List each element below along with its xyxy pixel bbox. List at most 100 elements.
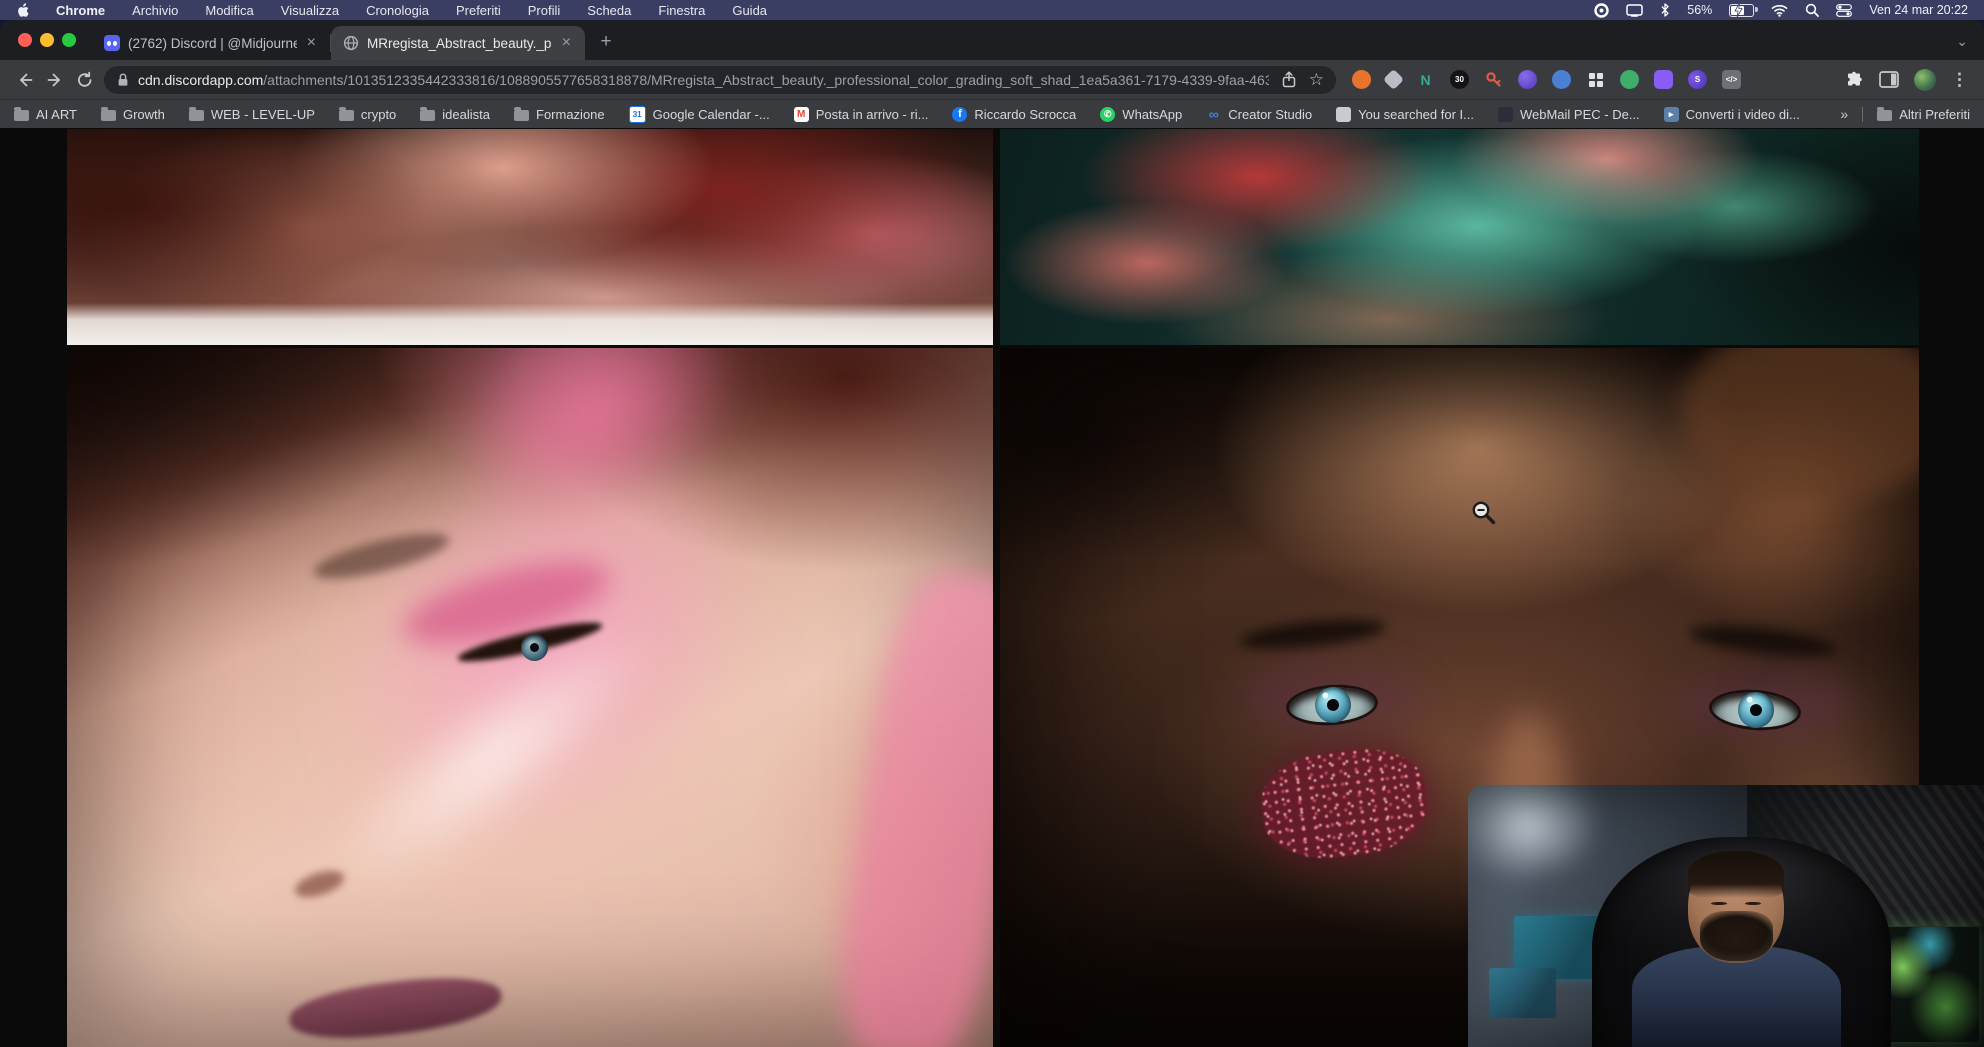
spotlight-search-icon[interactable] [1805, 3, 1819, 17]
lips [287, 969, 505, 1047]
ext-notion-icon[interactable]: N [1416, 70, 1435, 89]
menubar-item-preferiti[interactable]: Preferiti [456, 3, 501, 18]
bookmark-you-searched[interactable]: You searched for I... [1336, 107, 1474, 122]
fullscreen-window-button[interactable] [62, 33, 76, 47]
tab-search-chevron-icon[interactable]: ⌄ [1956, 33, 1968, 50]
menubar-item-guida[interactable]: Guida [732, 3, 767, 18]
folder-icon [420, 110, 435, 121]
bookmark-star-icon[interactable]: ☆ [1309, 71, 1324, 88]
apple-menu-icon[interactable] [16, 3, 29, 18]
tab-title: MRregista_Abstract_beauty._p [367, 36, 552, 51]
menubar-item-visualizza[interactable]: Visualizza [281, 3, 339, 18]
ext-blue-icon[interactable] [1552, 70, 1571, 89]
glitter-makeup-patch [1256, 741, 1433, 865]
close-window-button[interactable] [18, 33, 32, 47]
menubar-item-cronologia[interactable]: Cronologia [366, 3, 429, 18]
folder-icon [1877, 110, 1892, 121]
ext-green-icon[interactable] [1620, 70, 1639, 89]
bookmark-google-calendar[interactable]: 31Google Calendar -... [629, 106, 770, 123]
bookmark-folder-web-level-up[interactable]: WEB - LEVEL-UP [189, 107, 315, 122]
share-icon[interactable] [1281, 71, 1297, 88]
extensions-row: N 30 S </> [1352, 70, 1741, 89]
ext-diamond-icon[interactable] [1383, 69, 1404, 90]
side-panel-icon[interactable] [1879, 71, 1899, 88]
forward-button[interactable] [40, 65, 70, 95]
extensions-puzzle-icon[interactable] [1844, 70, 1864, 90]
right-eye [1711, 690, 1799, 730]
bookmark-folder-ai-art[interactable]: AI ART [14, 107, 77, 122]
tab-image-attachment[interactable]: MRregista_Abstract_beauty._p × [331, 26, 585, 60]
menubar-item-modifica[interactable]: Modifica [205, 3, 253, 18]
bluetooth-icon[interactable] [1660, 3, 1670, 17]
screen-record-icon[interactable] [1594, 3, 1609, 18]
close-tab-icon[interactable]: × [305, 35, 318, 51]
bookmark-whatsapp[interactable]: ✆WhatsApp [1100, 107, 1182, 122]
midjourney-grid-bottom-left-image[interactable] [67, 348, 993, 1047]
address-bar[interactable]: cdn.discordapp.com /attachments/10135123… [104, 66, 1336, 94]
right-eyebrow [1688, 619, 1837, 663]
folder-icon [339, 110, 354, 121]
wifi-icon[interactable] [1771, 4, 1788, 17]
ext-purple-ball-icon[interactable] [1518, 70, 1537, 89]
control-center-icon[interactable] [1836, 4, 1852, 17]
webmail-icon [1498, 107, 1513, 122]
menubar-app-name[interactable]: Chrome [56, 3, 105, 18]
image-white-area [67, 303, 993, 345]
back-button[interactable] [10, 65, 40, 95]
ext-orange-icon[interactable] [1352, 70, 1371, 89]
menubar-clock[interactable]: Ven 24 mar 20:22 [1869, 3, 1968, 17]
ext-key-icon[interactable] [1484, 70, 1503, 89]
bookmark-creator-studio[interactable]: ∞Creator Studio [1206, 107, 1312, 122]
menubar-item-profili[interactable]: Profili [528, 3, 561, 18]
folder-icon [101, 110, 116, 121]
ext-purple-s-icon[interactable]: S [1688, 70, 1707, 89]
ext-grid-icon[interactable] [1586, 70, 1605, 89]
bookmark-folder-formazione[interactable]: Formazione [514, 107, 605, 122]
bookmark-gmail-inbox[interactable]: MPosta in arrivo - ri... [794, 107, 929, 122]
video-converter-icon: ▸ [1664, 107, 1679, 122]
meta-icon: ∞ [1206, 107, 1221, 122]
tab-strip: (2762) Discord | @Midjourney × MRregista… [0, 20, 1984, 60]
facebook-icon: f [952, 107, 967, 122]
menubar-item-finestra[interactable]: Finestra [658, 3, 705, 18]
ext-code-icon[interactable]: </> [1722, 70, 1741, 89]
bookmarks-overflow-chevron[interactable]: » [1840, 106, 1848, 122]
gmail-icon: M [794, 107, 809, 122]
bookmark-webmail-pec[interactable]: WebMail PEC - De... [1498, 107, 1640, 122]
midjourney-grid-top-right-image[interactable] [1000, 129, 1919, 345]
bookmark-folder-idealista[interactable]: idealista [420, 107, 490, 122]
folder-icon [189, 110, 204, 121]
bookmarks-bar: AI ART Growth WEB - LEVEL-UP crypto idea… [0, 99, 1984, 128]
bookmark-folder-growth[interactable]: Growth [101, 107, 165, 122]
minimize-window-button[interactable] [40, 33, 54, 47]
url-host: cdn.discordapp.com [138, 72, 263, 88]
menu-bar: Chrome Archivio Modifica Visualizza Cron… [0, 0, 1984, 20]
menubar-item-scheda[interactable]: Scheda [587, 3, 631, 18]
bookmark-folder-crypto[interactable]: crypto [339, 107, 396, 122]
close-tab-icon[interactable]: × [560, 35, 573, 51]
reload-button[interactable] [70, 65, 100, 95]
ext-violet-icon[interactable] [1654, 70, 1673, 89]
ext-black-circle-icon[interactable]: 30 [1450, 70, 1469, 89]
display-icon[interactable] [1626, 4, 1643, 17]
menubar-item-archivio[interactable]: Archivio [132, 3, 178, 18]
tab-discord[interactable]: (2762) Discord | @Midjourney × [92, 26, 330, 60]
browser-menu-icon[interactable]: ⋮ [1951, 70, 1968, 90]
folder-icon [514, 110, 529, 121]
lock-icon[interactable] [116, 72, 130, 88]
midjourney-grid-top-left-image[interactable] [67, 129, 993, 345]
battery-charging-icon [1729, 4, 1754, 17]
zoom-out-cursor-icon [1471, 500, 1497, 531]
globe-favicon [343, 35, 359, 51]
battery-percent: 56% [1687, 3, 1712, 17]
tab-title: (2762) Discord | @Midjourney [128, 36, 297, 51]
new-tab-button[interactable]: + [591, 28, 621, 56]
page-icon [1336, 107, 1351, 122]
left-eye [1288, 685, 1376, 725]
bookmark-facebook-profile[interactable]: fRiccardo Scrocca [952, 107, 1076, 122]
other-bookmarks-folder[interactable]: Altri Preferiti [1877, 107, 1970, 122]
pink-ribbon [826, 563, 993, 1047]
hair-highlight [1680, 348, 1919, 502]
bookmark-converti-video[interactable]: ▸Converti i video di... [1664, 107, 1800, 122]
profile-avatar[interactable] [1914, 69, 1936, 91]
